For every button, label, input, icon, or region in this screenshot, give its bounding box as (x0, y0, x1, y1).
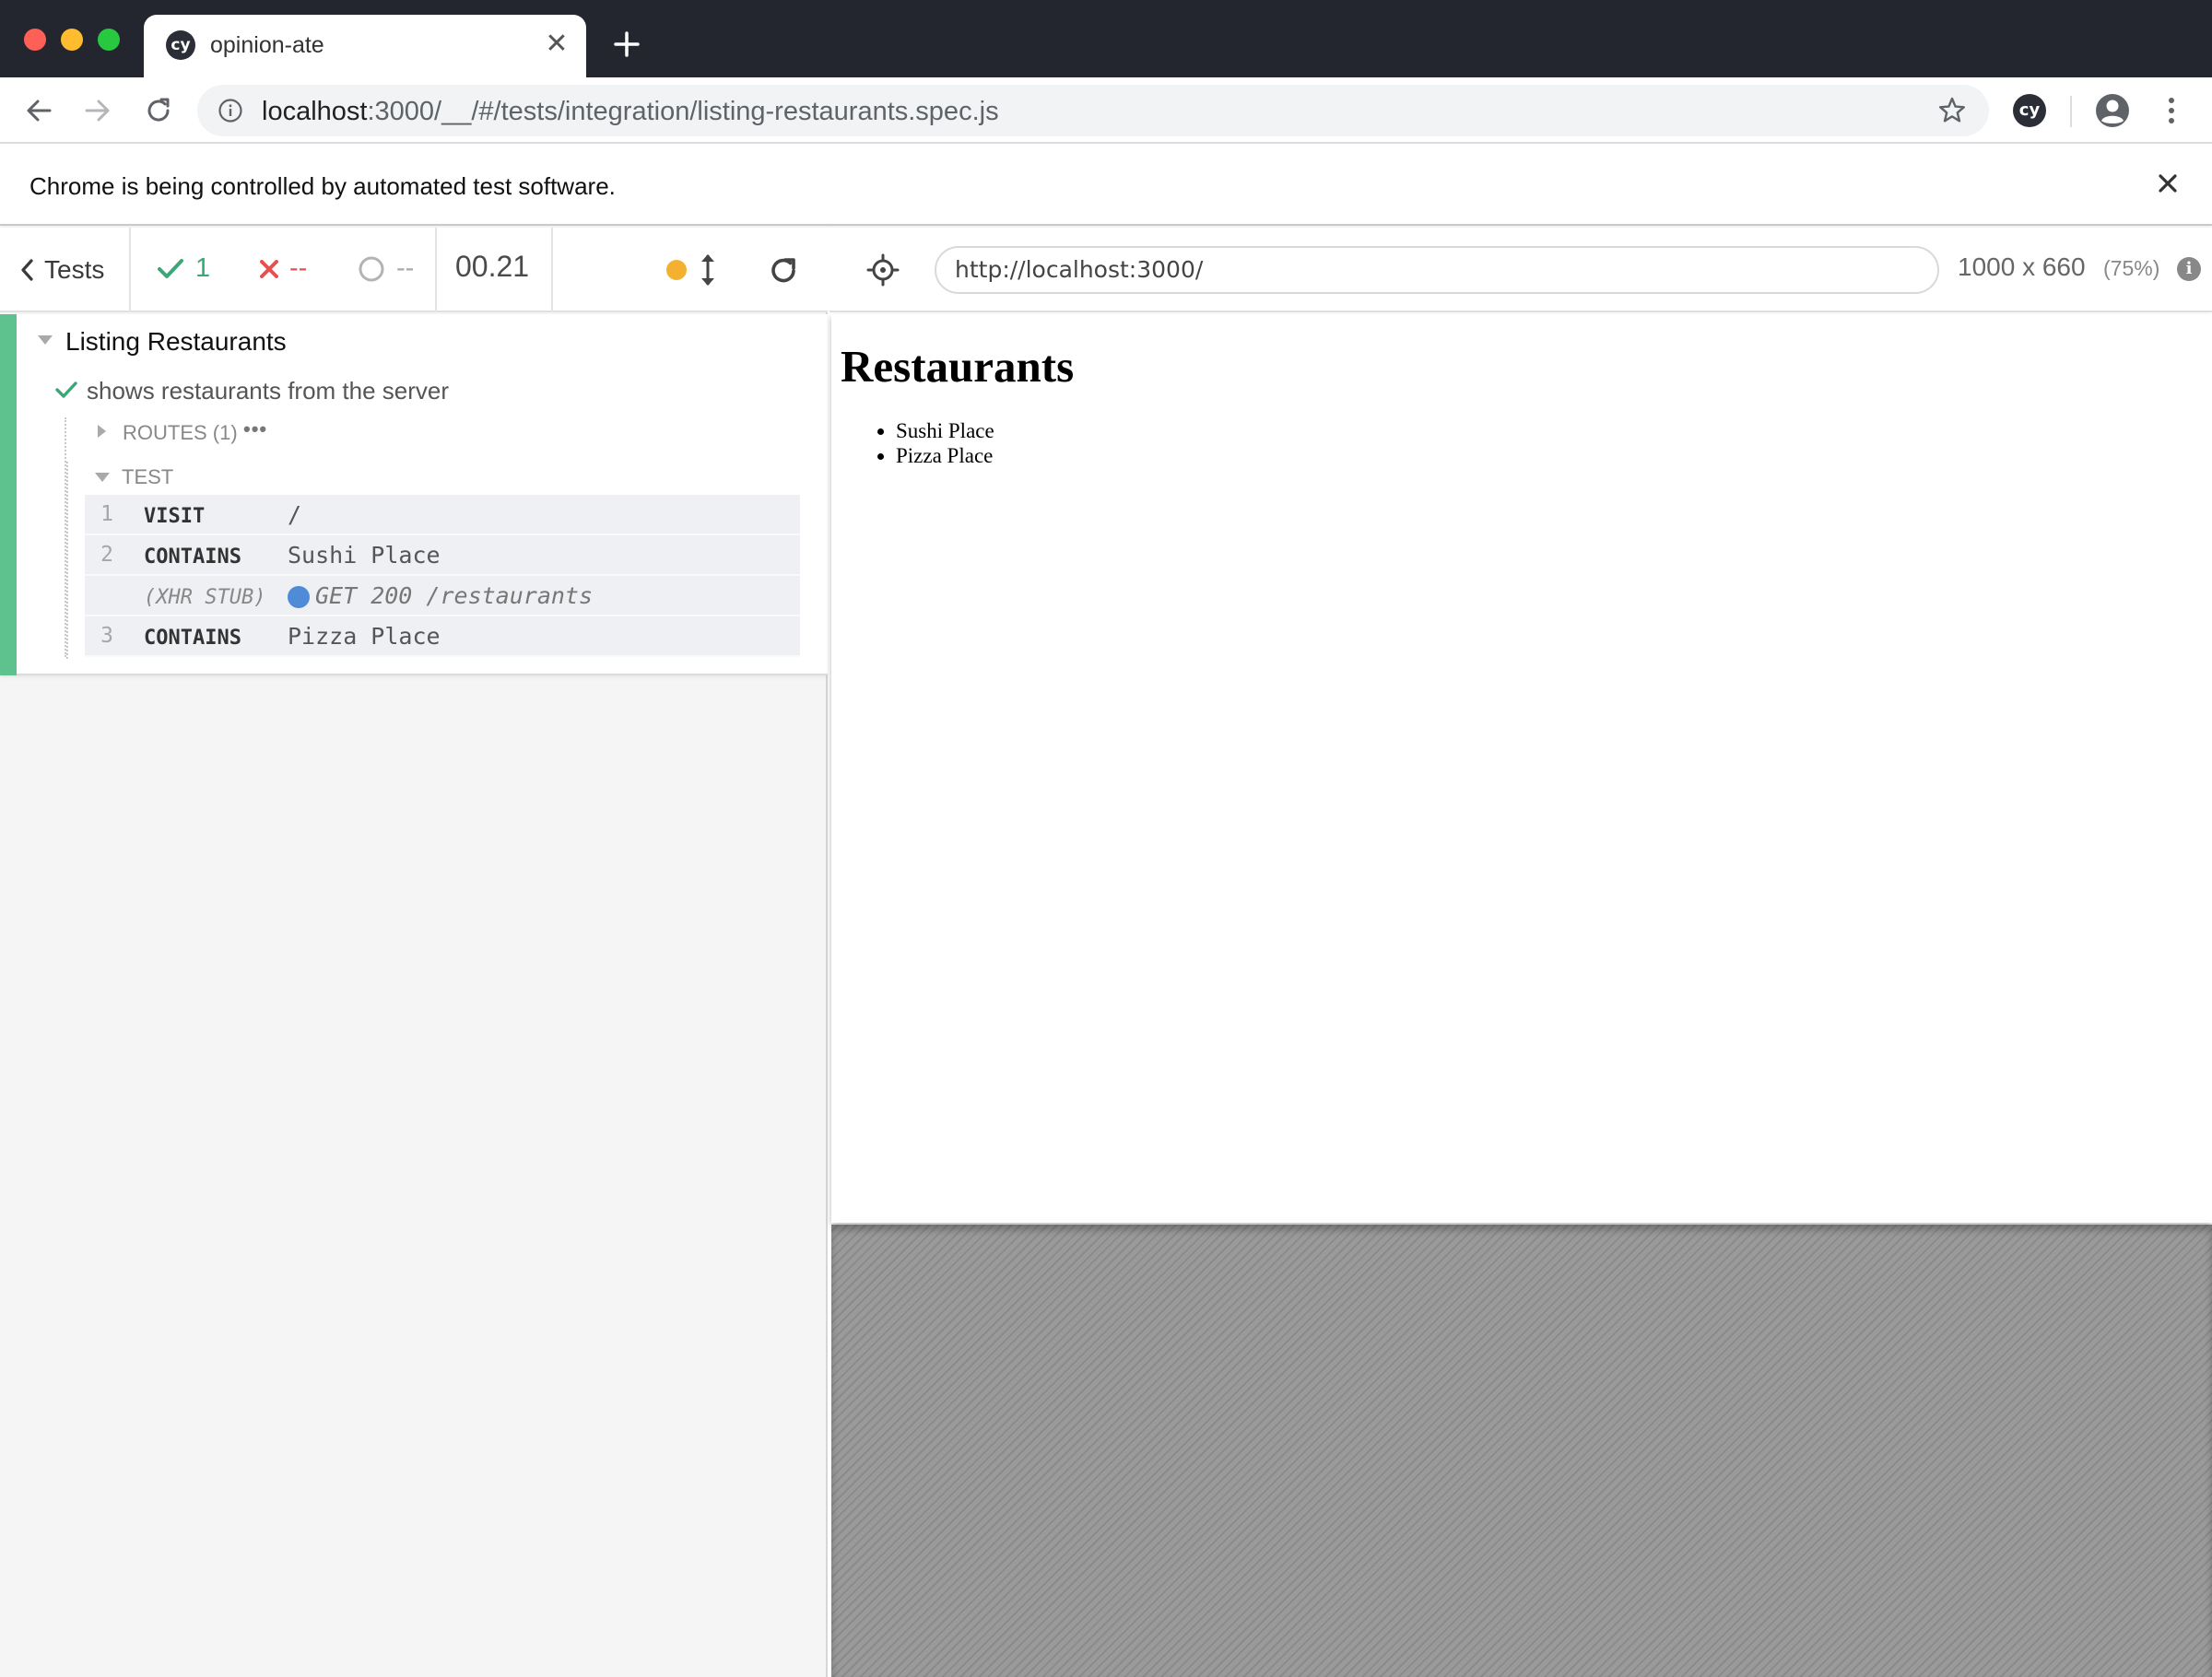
back-to-tests-button[interactable]: Tests (20, 253, 104, 287)
failed-value: -- (289, 253, 308, 283)
selector-playground-icon[interactable] (866, 253, 900, 287)
caret-down-icon[interactable] (37, 334, 53, 346)
cypress-extension-icon[interactable]: cy (2013, 94, 2046, 127)
cypress-reporter: Tests 1 -- -- 00.21 Listing Restaurants … (0, 228, 828, 1677)
command-message: Pizza Place (288, 623, 441, 650)
infobar-close-icon[interactable] (2151, 167, 2184, 200)
app-under-test-frame: Restaurants Sushi Place Pizza Place (831, 314, 2212, 1223)
list-item: Sushi Place (896, 418, 994, 443)
command-name: (XHR STUB) (144, 586, 266, 609)
header-divider (435, 228, 437, 312)
command-name: CONTAINS (144, 627, 241, 650)
chevron-left-icon (21, 259, 33, 281)
routes-section-label[interactable]: ROUTES (1) (123, 421, 238, 445)
window-titlebar: cy opinion-ate ✕ (0, 0, 2212, 77)
command-name: CONTAINS (144, 545, 241, 569)
passed-count[interactable]: 1 (157, 253, 210, 284)
command-message: Sushi Place (288, 542, 441, 569)
xhr-status-dot-icon (288, 586, 310, 608)
command-log: 1 VISIT / 2 CONTAINS Sushi Place (XHR ST… (85, 495, 800, 657)
failed-count[interactable]: -- (258, 253, 307, 284)
automation-infobar: Chrome is being controlled by automated … (0, 145, 2212, 226)
viewport-scale: (75%) (2103, 256, 2160, 280)
browser-tab[interactable]: cy opinion-ate ✕ (144, 15, 586, 77)
test-passed-check-icon (55, 381, 77, 398)
window-maximize-button[interactable] (98, 29, 120, 51)
routes-more-icon[interactable]: ••• (243, 417, 267, 441)
browser-toolbar: localhost:3000/__/#/tests/integration/li… (0, 77, 2212, 144)
infobar-message: Chrome is being controlled by automated … (29, 172, 616, 200)
rerun-icon[interactable] (765, 252, 802, 288)
header-divider (551, 228, 553, 312)
check-icon (158, 258, 183, 278)
window-close-button[interactable] (24, 29, 46, 51)
command-name: VISIT (144, 505, 206, 528)
site-info-icon[interactable] (218, 98, 243, 123)
address-bar[interactable]: localhost:3000/__/#/tests/integration/li… (197, 85, 1989, 136)
running-status-dot (666, 260, 687, 280)
command-row[interactable]: 2 CONTAINS Sushi Place (85, 535, 800, 576)
viewport-info-icon[interactable]: i (2177, 257, 2201, 281)
command-number: 3 (100, 624, 113, 648)
suite-runnable: Listing Restaurants shows restaurants fr… (0, 314, 828, 675)
list-item: Pizza Place (896, 443, 994, 468)
caret-down-icon[interactable] (94, 471, 111, 484)
test-section-label[interactable]: TEST (122, 465, 173, 489)
command-row[interactable]: 1 VISIT / (85, 495, 800, 535)
tests-label: Tests (44, 255, 105, 284)
command-row[interactable]: 3 CONTAINS Pizza Place (85, 616, 800, 657)
indent-guide (66, 462, 68, 659)
tab-close-icon[interactable]: ✕ (542, 28, 571, 61)
reload-icon[interactable] (142, 94, 175, 127)
pending-count[interactable]: -- (358, 253, 414, 284)
cypress-favicon-icon: cy (166, 30, 195, 60)
address-path: :3000/__/#/tests/integration/listing-res… (367, 97, 999, 126)
profile-avatar-icon[interactable] (2094, 92, 2131, 129)
bookmark-star-icon[interactable] (1937, 96, 1967, 125)
back-arrow-icon[interactable] (22, 94, 55, 127)
pending-value: -- (396, 253, 415, 283)
test-title[interactable]: shows restaurants from the server (87, 377, 449, 405)
run-duration: 00.21 (455, 250, 530, 283)
suite-title[interactable]: Listing Restaurants (65, 327, 287, 357)
reporter-header: Tests 1 -- -- 00.21 (0, 228, 828, 312)
restaurant-list: Sushi Place Pizza Place (896, 418, 994, 468)
aut-backdrop (831, 1225, 2212, 1677)
x-icon (260, 259, 278, 278)
auto-scroll-toggle-icon[interactable] (698, 252, 718, 288)
viewport-size: 1000 x 660 (1958, 252, 2086, 281)
caret-right-icon[interactable] (96, 424, 107, 439)
aut-url-field[interactable]: http://localhost:3000/ (935, 246, 1939, 294)
header-divider (129, 228, 131, 312)
passed-value: 1 (195, 253, 211, 283)
passed-indicator-bar (0, 314, 17, 675)
page-heading: Restaurants (841, 341, 1075, 392)
address-host: localhost (262, 97, 368, 126)
forward-arrow-icon[interactable] (81, 94, 114, 127)
aut-header: http://localhost:3000/ 1000 x 660 (75%) … (830, 228, 2212, 312)
tab-title: opinion-ate (210, 32, 324, 58)
toolbar-separator (2070, 96, 2072, 127)
command-message: / (288, 501, 302, 528)
new-tab-icon[interactable] (608, 26, 645, 63)
address-url[interactable]: localhost:3000/__/#/tests/integration/li… (262, 97, 999, 127)
command-number: 2 (100, 543, 113, 567)
command-number: 1 (100, 502, 113, 526)
command-message: GET 200 /restaurants (315, 582, 594, 609)
menu-dots-icon[interactable] (2157, 92, 2186, 129)
pending-circle-icon (359, 256, 384, 281)
xhr-event-row[interactable]: (XHR STUB) GET 200 /restaurants (85, 576, 800, 616)
window-minimize-button[interactable] (61, 29, 83, 51)
